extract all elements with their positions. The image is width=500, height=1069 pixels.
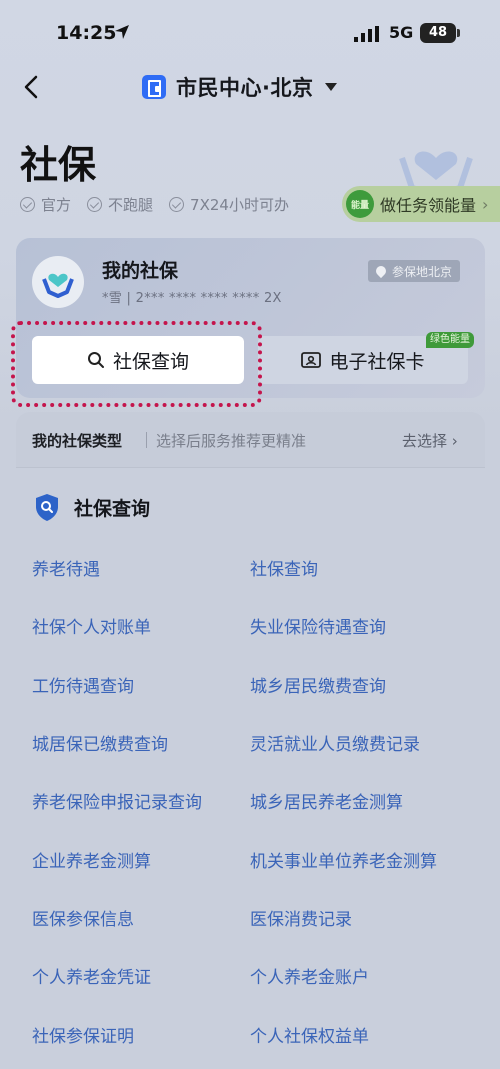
shield-search-icon [36, 494, 58, 521]
location-arrow-icon [115, 25, 129, 39]
heart-hands-icon [42, 273, 74, 298]
service-link[interactable]: 社保查询 [250, 555, 318, 580]
card-title: 我的社保 [102, 260, 179, 282]
service-link[interactable]: 医保消费记录 [250, 905, 352, 930]
section-header: 社保查询 [32, 492, 150, 522]
signal-icon [354, 26, 379, 42]
service-link[interactable]: 个人社保权益单 [250, 1022, 369, 1047]
service-link[interactable]: 城乡居民养老金测算 [250, 788, 403, 813]
service-link[interactable]: 机关事业单位养老金测算 [250, 847, 437, 872]
energy-task-label: 做任务领能量 [380, 196, 477, 215]
ecard-button-label: 电子社保卡 [329, 350, 425, 373]
caret-down-icon [325, 83, 338, 91]
city-building-icon [142, 75, 166, 99]
service-link[interactable]: 城乡居民缴费查询 [250, 672, 386, 697]
location-pin-icon [373, 263, 389, 279]
service-link[interactable]: 社保个人对账单 [32, 613, 151, 638]
service-link[interactable]: 失业保险待遇查询 [250, 613, 386, 638]
tag-official: 官方 [20, 194, 71, 215]
energy-task-button[interactable]: 能量 做任务领能量 › [342, 186, 500, 222]
insurance-type-hint: 选择后服务推荐更精准 [156, 432, 307, 450]
select-type-link[interactable]: 去选择 › [402, 430, 458, 451]
chevron-right-icon: › [451, 432, 458, 450]
service-link[interactable]: 企业养老金测算 [32, 847, 151, 872]
avatar [32, 256, 84, 308]
back-arrow-icon[interactable] [18, 72, 46, 102]
energy-badge-icon: 能量 [346, 190, 374, 218]
service-link[interactable]: 医保参保信息 [32, 905, 134, 930]
tag-label: 7X24小时可办 [190, 196, 289, 214]
service-link[interactable]: 城居保已缴费查询 [32, 730, 168, 755]
battery-icon: 48 [420, 23, 460, 43]
city-selector[interactable]: 市民中心·北京 [142, 72, 338, 102]
page-title: 社保 [20, 143, 97, 187]
service-link[interactable]: 养老待遇 [32, 555, 100, 580]
tag-label: 不跑腿 [108, 196, 154, 214]
query-button-label: 社保查询 [112, 350, 189, 373]
check-circle-icon [169, 197, 185, 212]
region-badge[interactable]: 参保地北京 [368, 260, 461, 282]
section-title: 社保查询 [74, 497, 151, 520]
chevron-right-icon: › [482, 194, 489, 214]
insurance-type-label: 我的社保类型 [32, 432, 123, 450]
card-masked-id: *雪 | 2*** **** **** **** 2X [102, 291, 282, 306]
green-energy-badge: 绿色能量 [426, 332, 474, 348]
status-bar: 14:25 5G 48 [0, 0, 500, 66]
social-security-query-button[interactable]: 社保查询 [32, 336, 244, 384]
service-link[interactable]: 灵活就业人员缴费记录 [250, 730, 420, 755]
service-link[interactable]: 养老保险申报记录查询 [32, 788, 202, 813]
service-link[interactable]: 社保参保证明 [32, 1022, 134, 1047]
tag-no-visit: 不跑腿 [87, 194, 153, 215]
network-type: 5G [389, 23, 414, 42]
check-circle-icon [87, 197, 103, 212]
feature-tags: 官方 不跑腿 7X24小时可办 [20, 194, 289, 215]
service-link[interactable]: 个人养老金凭证 [32, 963, 151, 988]
tag-label: 官方 [41, 196, 72, 214]
nav-title: 市民中心·北京 [176, 76, 314, 100]
select-type-label: 去选择 [402, 432, 448, 450]
id-card-icon [301, 352, 322, 368]
status-time: 14:25 [56, 22, 117, 44]
tag-24x7: 7X24小时可办 [169, 194, 289, 215]
service-link[interactable]: 个人养老金账户 [250, 963, 369, 988]
check-circle-icon [20, 197, 35, 212]
search-icon [87, 352, 104, 368]
divider [146, 432, 147, 448]
region-label: 参保地北京 [392, 264, 453, 279]
service-link[interactable]: 工伤待遇查询 [32, 672, 134, 697]
